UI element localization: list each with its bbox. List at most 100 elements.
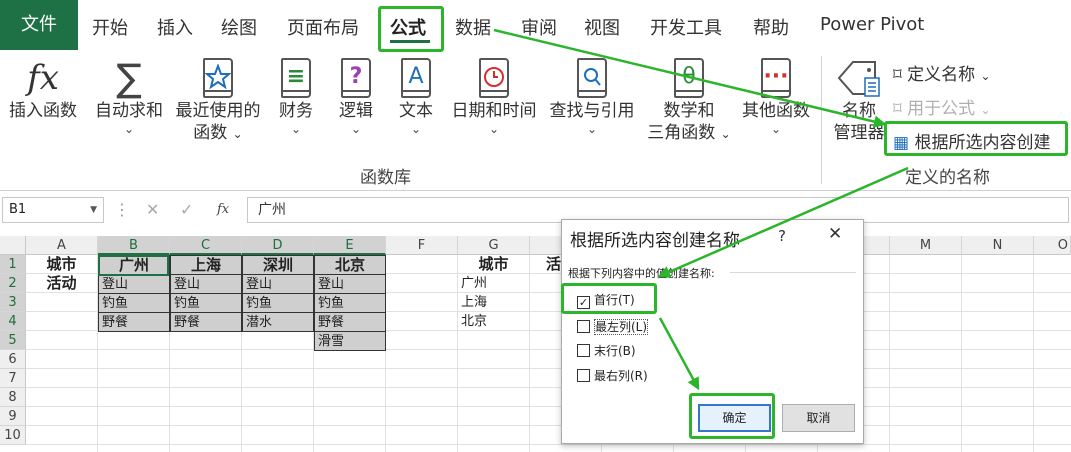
lookup-button[interactable]: 查找与引用 ⌄ xyxy=(546,56,638,136)
column-header-o[interactable]: O xyxy=(1034,236,1071,255)
cell-c3[interactable]: 钓鱼 xyxy=(170,293,242,313)
tab-home[interactable]: 开始 xyxy=(92,14,128,40)
logical-button[interactable]: ? 逻辑 ⌄ xyxy=(334,56,378,136)
cell-b4[interactable]: 野餐 xyxy=(98,312,170,332)
cell-a2[interactable]: 活动 xyxy=(26,274,97,293)
define-name-button[interactable]: ⌑ 定义名称 ⌄ xyxy=(893,60,991,85)
row-header-2[interactable]: 2 xyxy=(0,274,26,293)
tab-developer[interactable]: 开发工具 xyxy=(650,14,722,40)
financial-icon: ≡ xyxy=(278,56,314,100)
cell-e2[interactable]: 登山 xyxy=(314,274,386,294)
highlight-box-formulas-tab xyxy=(378,6,444,52)
column-header-n[interactable]: N xyxy=(962,236,1034,255)
cancel-icon[interactable]: ✕ xyxy=(146,197,159,223)
recently-used-label-1: 最近使用的 xyxy=(175,101,261,121)
gridline xyxy=(26,368,1071,369)
cell-b3[interactable]: 钓鱼 xyxy=(98,293,170,313)
text-button[interactable]: A 文本 ⌄ xyxy=(394,56,438,136)
gridline xyxy=(26,387,1071,388)
logical-label: 逻辑 xyxy=(339,101,373,121)
cell-a1[interactable]: 城市 xyxy=(26,255,97,274)
insert-function-button[interactable]: fx 插入函数 xyxy=(4,56,82,122)
option-left-column[interactable]: 最左列(L) xyxy=(577,318,649,335)
tab-review[interactable]: 审阅 xyxy=(521,14,557,40)
tab-insert[interactable]: 插入 xyxy=(157,14,193,40)
tab-help[interactable]: 帮助 xyxy=(753,14,789,40)
fx-icon: fx xyxy=(27,58,59,98)
name-box[interactable]: B1 ▼ xyxy=(2,197,104,223)
financial-button[interactable]: ≡ 财务 ⌄ xyxy=(272,56,320,136)
cell-h1[interactable]: 活 xyxy=(530,255,561,274)
chevron-down-icon: ⌄ xyxy=(488,122,500,136)
gridline xyxy=(26,406,1071,407)
row-header-3[interactable]: 3 xyxy=(0,293,26,312)
use-in-formula-button[interactable]: ⌑ 用于公式 ⌄ xyxy=(893,94,991,119)
help-icon[interactable]: ? xyxy=(778,227,786,245)
cell-c1[interactable]: 上海 xyxy=(170,255,242,275)
autosum-button[interactable]: ∑ 自动求和 ⌄ xyxy=(92,56,166,136)
cell-d2[interactable]: 登山 xyxy=(242,274,314,294)
tab-data[interactable]: 数据 xyxy=(455,14,491,40)
cell-e3[interactable]: 钓鱼 xyxy=(314,293,386,313)
tab-view[interactable]: 视图 xyxy=(584,14,620,40)
active-cell-cursor xyxy=(98,255,169,276)
select-all-corner[interactable] xyxy=(0,236,26,255)
column-header-a[interactable]: A xyxy=(26,236,98,255)
worksheet-grid[interactable]: A B C D E F G H I J K L M N O 1 2 3 4 5 … xyxy=(0,236,1071,452)
cell-d4[interactable]: 潜水 xyxy=(242,312,314,332)
checkbox-icon[interactable] xyxy=(577,320,590,333)
recently-used-button[interactable]: 最近使用的 函数 ⌄ xyxy=(172,56,264,145)
cell-e5[interactable]: 滑雪 xyxy=(314,331,386,351)
tab-page-layout[interactable]: 页面布局 xyxy=(287,14,359,40)
confirm-icon[interactable]: ✓ xyxy=(180,197,193,223)
checkbox-icon[interactable] xyxy=(577,369,590,382)
lookup-label: 查找与引用 xyxy=(549,101,635,121)
name-manager-button[interactable]: 名称 管理器 xyxy=(828,56,890,144)
row-header-10[interactable]: 10 xyxy=(0,426,26,445)
fx-icon[interactable]: fx xyxy=(217,197,229,223)
column-header-c[interactable]: C xyxy=(170,236,242,255)
cell-b2[interactable]: 登山 xyxy=(98,274,170,294)
row-header-8[interactable]: 8 xyxy=(0,388,26,407)
row-header-7[interactable]: 7 xyxy=(0,369,26,388)
tab-file[interactable]: 文件 xyxy=(0,0,78,50)
tag-icon: ⌑ xyxy=(893,65,902,85)
option-bottom-row[interactable]: 末行(B) xyxy=(577,342,636,359)
row-header-6[interactable]: 6 xyxy=(0,350,26,369)
cancel-button[interactable]: 取消 xyxy=(782,404,855,432)
gridline xyxy=(26,444,1071,445)
column-header-b[interactable]: B xyxy=(98,236,170,255)
cell-e4[interactable]: 野餐 xyxy=(314,312,386,332)
column-header-g[interactable]: G xyxy=(458,236,530,255)
cell-g4[interactable]: 北京 xyxy=(458,312,529,331)
group-label-defined-names: 定义的名称 xyxy=(905,168,990,188)
row-header-4[interactable]: 4 xyxy=(0,312,26,331)
option-right-column[interactable]: 最右列(R) xyxy=(577,367,648,384)
cell-c4[interactable]: 野餐 xyxy=(170,312,242,332)
row-header-1[interactable]: 1 xyxy=(0,255,26,274)
column-header-m[interactable]: M xyxy=(890,236,962,255)
cell-e1[interactable]: 北京 xyxy=(314,255,386,275)
chevron-down-icon: ⌄ xyxy=(290,122,302,136)
cell-d3[interactable]: 钓鱼 xyxy=(242,293,314,313)
cell-g3[interactable]: 上海 xyxy=(458,293,529,312)
checkbox-icon[interactable] xyxy=(577,344,590,357)
dropdown-arrow-icon[interactable]: ▼ xyxy=(90,198,97,222)
math-trig-button[interactable]: θ 数学和 三角函数 ⌄ xyxy=(643,56,735,145)
column-header-f[interactable]: F xyxy=(386,236,458,255)
cell-g2[interactable]: 广州 xyxy=(458,274,529,293)
row-header-5[interactable]: 5 xyxy=(0,331,26,350)
column-header-e[interactable]: E xyxy=(314,236,386,255)
row-header-9[interactable]: 9 xyxy=(0,407,26,426)
chevron-down-icon: ⌄ xyxy=(720,127,731,141)
datetime-button[interactable]: 日期和时间 ⌄ xyxy=(448,56,540,136)
cell-d1[interactable]: 深圳 xyxy=(242,255,314,275)
close-icon[interactable]: ✕ xyxy=(828,224,842,244)
column-header-d[interactable]: D xyxy=(242,236,314,255)
tab-draw[interactable]: 绘图 xyxy=(221,14,257,40)
cell-c2[interactable]: 登山 xyxy=(170,274,242,294)
name-manager-label-1: 名称 xyxy=(842,101,876,121)
more-functions-button[interactable]: ··· 其他函数 ⌄ xyxy=(738,56,814,136)
cell-g1[interactable]: 城市 xyxy=(458,255,529,274)
tab-power-pivot[interactable]: Power Pivot xyxy=(820,14,924,35)
